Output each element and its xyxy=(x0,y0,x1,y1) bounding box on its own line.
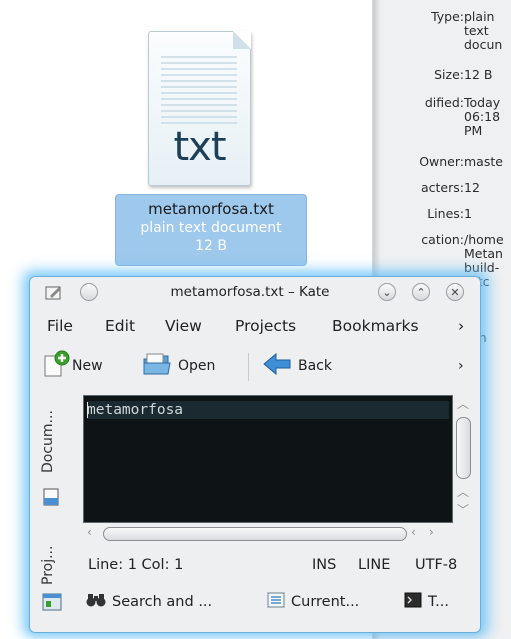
binoculars-icon xyxy=(86,592,106,612)
vertical-scrollbar[interactable]: ︿ ︿ ﹀ xyxy=(453,395,473,521)
encoding[interactable]: UTF-8 xyxy=(415,557,457,573)
open-label: Open xyxy=(178,358,216,374)
cursor-position[interactable]: Line: 1 Col: 1 xyxy=(88,557,183,573)
search-and-replace-tool[interactable]: Search and ... xyxy=(86,589,212,615)
info-key: Lines: xyxy=(427,207,464,221)
text-caret xyxy=(87,402,88,418)
menu-bar: File Edit View Projects Bookmarks › xyxy=(30,317,480,341)
minimize-button[interactable]: ⌄ xyxy=(378,283,396,301)
tab-documents[interactable]: Docum... xyxy=(40,395,64,473)
info-value: 12 xyxy=(464,181,480,195)
horizontal-scroll-thumb[interactable] xyxy=(103,527,407,541)
new-button[interactable]: New xyxy=(42,350,103,382)
menu-view[interactable]: View xyxy=(165,317,202,335)
file-type: plain text document xyxy=(140,220,282,236)
close-button[interactable]: ✕ xyxy=(446,283,464,301)
toolbar-separator xyxy=(248,353,249,381)
scroll-right-arrow[interactable]: › xyxy=(429,525,434,539)
file-extension: txt xyxy=(173,124,226,170)
info-value: 1 xyxy=(464,207,472,221)
document-page: txt xyxy=(148,31,251,186)
menu-file[interactable]: File xyxy=(47,317,73,335)
new-document-icon xyxy=(42,350,72,382)
title-bar[interactable]: metamorfosa.txt – Kate ⌄ ⌃ ✕ xyxy=(30,277,480,307)
current-project-tool[interactable]: Current... xyxy=(267,589,359,615)
list-icon xyxy=(267,592,285,612)
info-key: Owner: xyxy=(419,155,464,169)
page-fold xyxy=(233,31,251,49)
toolbar-overflow[interactable]: › xyxy=(458,351,464,381)
vertical-scroll-thumb[interactable] xyxy=(456,417,471,479)
scroll-down-arrow[interactable]: ﹀ xyxy=(453,501,473,518)
info-value: 12 B xyxy=(464,68,493,82)
open-folder-icon xyxy=(142,351,172,381)
open-button[interactable]: Open xyxy=(142,351,215,381)
back-arrow-icon xyxy=(262,352,292,380)
menu-overflow[interactable]: › xyxy=(458,317,464,335)
scroll-left-arrow[interactable]: ‹ xyxy=(87,525,92,539)
file-caption[interactable]: metamorfosa.txt plain text document 12 B xyxy=(115,194,307,266)
back-button[interactable]: Back xyxy=(262,351,332,381)
info-key: Size: xyxy=(434,68,464,82)
terminal-tool-label: T... xyxy=(428,594,449,610)
scroll-up-arrow-bottom[interactable]: ︿ xyxy=(453,483,473,500)
new-label: New xyxy=(72,358,103,374)
window-title: metamorfosa.txt – Kate xyxy=(170,284,330,300)
current-tool-label: Current... xyxy=(291,594,360,610)
info-key: acters: xyxy=(421,181,464,195)
kate-app-icon[interactable] xyxy=(44,284,64,306)
back-label: Back xyxy=(298,358,332,374)
scroll-up-arrow[interactable]: ︿ xyxy=(453,395,473,412)
file-browser-icon[interactable] xyxy=(42,593,62,615)
file-size: 12 B xyxy=(195,238,227,254)
terminal-tool[interactable]: T... xyxy=(404,589,449,615)
page-lines xyxy=(161,52,237,128)
search-tool-label: Search and ... xyxy=(112,594,213,610)
tool-view-bar: Search and ... Current... T... xyxy=(30,589,480,615)
text-file-icon[interactable]: txt xyxy=(146,28,251,186)
editor-line-text: metamorfosa xyxy=(87,402,184,418)
file-name: metamorfosa.txt xyxy=(148,200,274,218)
selection-mode[interactable]: LINE xyxy=(358,557,390,573)
pin-button[interactable] xyxy=(80,283,98,301)
info-key: dified: xyxy=(424,96,464,110)
info-key: cation: xyxy=(421,233,464,247)
scroll-left-arrow-right[interactable]: ‹ xyxy=(411,525,416,539)
insert-mode[interactable]: INS xyxy=(312,557,336,573)
info-key: Type: xyxy=(431,10,464,24)
horizontal-scrollbar[interactable]: ‹ ‹ › xyxy=(83,525,473,543)
main-toolbar: New Open Back › xyxy=(30,350,480,383)
info-value: maste xyxy=(464,155,503,169)
status-bar: Line: 1 Col: 1 INS LINE UTF-8 xyxy=(30,557,480,577)
documents-icon[interactable] xyxy=(42,487,62,511)
kate-window: metamorfosa.txt – Kate ⌄ ⌃ ✕ File Edit V… xyxy=(29,276,481,633)
menu-bookmarks[interactable]: Bookmarks xyxy=(332,317,419,335)
info-value: Today 06:18 PM xyxy=(464,96,501,138)
maximize-button[interactable]: ⌃ xyxy=(412,283,430,301)
editor-line[interactable]: metamorfosa xyxy=(87,401,449,419)
info-value: plain text docun xyxy=(464,10,503,52)
menu-edit[interactable]: Edit xyxy=(105,317,135,335)
menu-projects[interactable]: Projects xyxy=(235,317,296,335)
terminal-icon xyxy=(404,592,422,612)
editor-area[interactable]: metamorfosa xyxy=(83,395,453,523)
